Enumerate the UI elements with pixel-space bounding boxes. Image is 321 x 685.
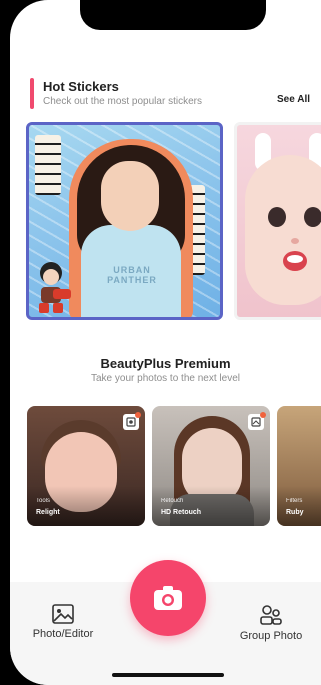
- image-icon: [52, 604, 74, 624]
- sticker-badge-icon: [248, 412, 266, 430]
- group-icon: [260, 605, 282, 625]
- see-all-link[interactable]: See All: [277, 94, 310, 105]
- sticker-card[interactable]: URBAN PANTHER: [26, 122, 223, 320]
- feature-name: Ruby: [286, 509, 304, 516]
- feature-category: Tools: [36, 498, 51, 504]
- photo-editor-button[interactable]: Photo/Editor: [28, 604, 98, 640]
- robot-character-icon: [39, 262, 71, 313]
- hot-stickers-header: Hot Stickers Check out the most popular …: [30, 78, 320, 110]
- memoji-features: [268, 207, 321, 271]
- section-subtitle: Check out the most popular stickers: [43, 96, 202, 107]
- group-photo-button[interactable]: Group Photo: [236, 604, 306, 642]
- sticker-person-face: [101, 161, 159, 231]
- feature-card-ruby[interactable]: Filters Ruby: [277, 406, 321, 526]
- device-notch: [80, 0, 266, 30]
- home-indicator[interactable]: [112, 673, 224, 677]
- feature-card-hd-retouch[interactable]: Retouch HD Retouch: [152, 406, 270, 526]
- sticker-badge-icon: [123, 412, 141, 430]
- section-accent-bar: [30, 78, 34, 109]
- sticker-card[interactable]: [234, 122, 321, 320]
- feature-category: Retouch: [161, 498, 184, 504]
- hoodie-print: URBAN PANTHER: [107, 265, 157, 285]
- feature-name: HD Retouch: [161, 509, 202, 516]
- camera-icon: [154, 586, 182, 610]
- feature-name: Relight: [36, 509, 60, 516]
- camera-button[interactable]: [130, 560, 206, 636]
- group-photo-label: Group Photo: [239, 630, 303, 642]
- premium-subtitle: Take your photos to the next level: [91, 373, 240, 384]
- photo-editor-label: Photo/Editor: [32, 628, 94, 640]
- premium-title: BeautyPlus Premium: [100, 356, 231, 371]
- app-screen: Hot Stickers Check out the most popular …: [10, 0, 321, 685]
- building-graphic: [35, 135, 61, 195]
- feature-card-relight[interactable]: Tools Relight: [27, 406, 145, 526]
- section-title: Hot Stickers: [43, 79, 119, 94]
- feature-category: Filters: [286, 498, 303, 504]
